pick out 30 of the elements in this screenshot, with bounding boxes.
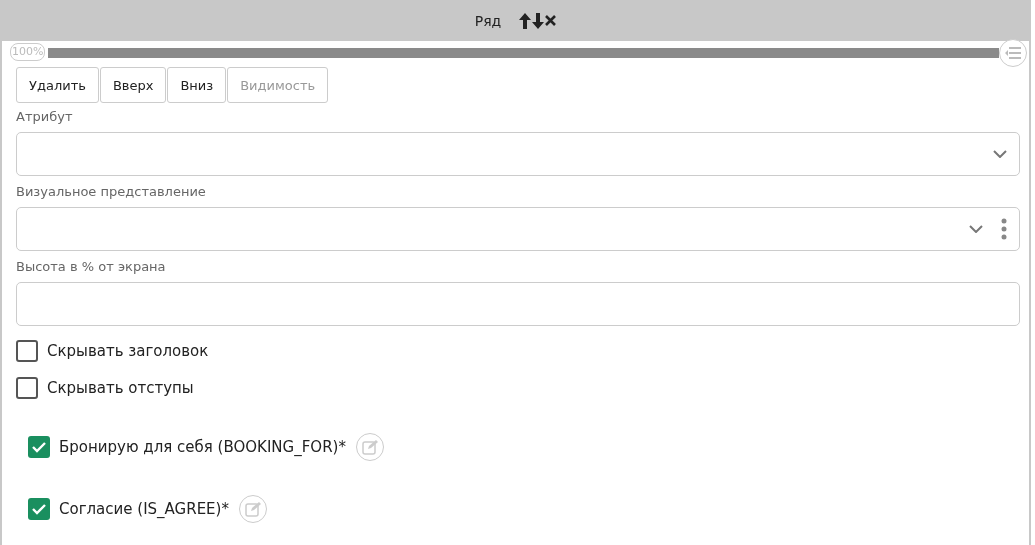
- input-field[interactable]: [16, 282, 1020, 326]
- field-label: Высота в % от экрана: [16, 259, 167, 274]
- up-arrow-icon[interactable]: [519, 12, 532, 29]
- more-icon[interactable]: [1001, 218, 1007, 240]
- close-icon[interactable]: [545, 15, 557, 26]
- panel-title: Ряд: [474, 12, 502, 29]
- toolbar-button[interactable]: Вниз: [167, 67, 227, 103]
- edit-icon: [361, 439, 378, 455]
- checkbox[interactable]: [28, 498, 50, 520]
- toolbar-button[interactable]: Вверх: [99, 67, 167, 103]
- toolbar-button[interactable]: Удалить: [16, 67, 99, 103]
- checkbox-label: Скрывать отступы: [47, 378, 194, 397]
- edit-icon: [244, 501, 261, 517]
- check-icon: [31, 439, 47, 455]
- down-arrow-icon[interactable]: [532, 12, 545, 29]
- checkbox-label: Скрывать заголовок: [47, 341, 209, 360]
- chevron-down-icon: [993, 150, 1007, 158]
- select-field[interactable]: [16, 132, 1020, 176]
- checkbox[interactable]: [16, 339, 38, 362]
- check-icon: [31, 501, 47, 517]
- progress-label: 100%: [10, 43, 46, 61]
- field-label: Визуальное представление: [16, 184, 207, 199]
- checkbox[interactable]: [28, 436, 50, 458]
- checkbox-label: Согласие (IS_AGREE)*: [59, 500, 229, 518]
- checkbox-label: Бронирую для себя (BOOKING_FOR)*: [59, 438, 346, 456]
- list-icon: [1005, 47, 1021, 59]
- chevron-down-icon: [969, 225, 983, 233]
- checkbox[interactable]: [16, 376, 38, 399]
- field-label: Атрибут: [16, 109, 74, 124]
- select-field[interactable]: [16, 207, 1020, 251]
